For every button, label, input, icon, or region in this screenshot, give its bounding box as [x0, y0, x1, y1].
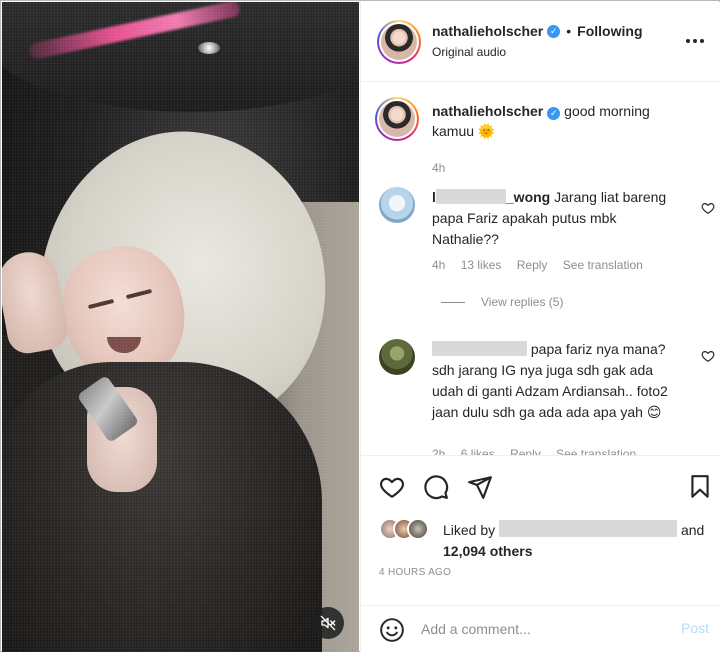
comment-meta: 4h 13 likes Reply See translation — [432, 258, 655, 272]
caption-text: nathalieholscher ✓ good morning kamuu 🌞 — [432, 101, 694, 141]
more-options-button[interactable] — [685, 28, 705, 49]
redacted-name — [435, 189, 506, 204]
view-replies-button[interactable]: View replies (5) — [441, 295, 563, 309]
replies-divider — [441, 301, 465, 303]
following-button[interactable]: Following — [577, 23, 642, 39]
bookmark-icon[interactable] — [687, 474, 713, 500]
liker-avatars[interactable] — [379, 518, 435, 540]
liked-by-and: and — [680, 522, 705, 538]
emoji-icon[interactable] — [379, 617, 405, 643]
share-icon[interactable] — [467, 474, 493, 500]
liker-avatar — [407, 518, 429, 540]
comment-item: l _wong Jarang liat bareng papa Fariz apa… — [375, 187, 715, 307]
commenter-username[interactable]: l _wong — [432, 189, 550, 205]
comments-list[interactable]: nathalieholscher ✓ good morning kamuu 🌞 4… — [361, 83, 720, 455]
more-icon — [686, 39, 704, 43]
reply-button[interactable]: Reply — [510, 447, 541, 455]
liked-by-prefix: Liked by — [443, 522, 496, 538]
commenter-avatar[interactable] — [379, 339, 415, 375]
comment-time[interactable]: 2h — [432, 447, 445, 455]
video-grain — [2, 2, 359, 652]
see-translation-button[interactable]: See translation — [556, 447, 636, 455]
like-comment-heart-icon[interactable] — [701, 349, 715, 363]
comment-meta: 2h 6 likes Reply See translation — [432, 447, 648, 455]
caption-username[interactable]: nathalieholscher — [432, 103, 543, 119]
comment-composer: Post — [361, 605, 720, 652]
author-avatar[interactable] — [377, 20, 421, 64]
caption-time[interactable]: 4h — [432, 161, 445, 175]
liked-by-text: Liked by and 12,094 others — [443, 520, 720, 562]
like-comment-heart-icon[interactable] — [701, 201, 715, 215]
view-replies-label: View replies (5) — [481, 295, 564, 309]
redacted-username[interactable] — [432, 341, 527, 356]
instagram-post-window: nathalieholscher ✓ • Following Original … — [0, 0, 720, 652]
mute-icon — [320, 615, 336, 631]
smile-emoji: 😊 — [646, 404, 662, 420]
reply-button[interactable]: Reply — [517, 258, 548, 272]
post-details-panel: nathalieholscher ✓ • Following Original … — [360, 2, 720, 652]
author-username[interactable]: nathalieholscher — [432, 23, 543, 39]
mute-button[interactable] — [312, 607, 344, 639]
separator-dot: • — [566, 23, 572, 39]
audio-link[interactable]: Original audio — [432, 45, 506, 59]
comment-time[interactable]: 4h — [432, 258, 445, 272]
see-translation-button[interactable]: See translation — [563, 258, 643, 272]
post-video[interactable] — [2, 2, 359, 652]
post-timestamp[interactable]: 4 HOURS AGO — [379, 567, 451, 578]
post-actions: Liked by and 12,094 others 4 HOURS AGO — [361, 455, 720, 605]
likes-count[interactable]: 12,094 others — [443, 543, 533, 559]
post-header: nathalieholscher ✓ • Following Original … — [361, 2, 720, 82]
sun-emoji: 🌞 — [477, 123, 496, 139]
comment-item: papa fariz nya mana? sdh jarang IG nya j… — [375, 339, 715, 455]
verified-icon: ✓ — [547, 24, 561, 38]
commenter-avatar[interactable] — [379, 187, 415, 223]
post-comment-button[interactable]: Post — [681, 620, 709, 636]
verified-icon: ✓ — [547, 107, 561, 120]
comment-text: l _wong Jarang liat bareng papa Fariz apa… — [432, 187, 682, 250]
comment-likes[interactable]: 13 likes — [461, 258, 502, 272]
comment-input[interactable] — [421, 618, 661, 640]
caption-avatar[interactable] — [375, 97, 419, 141]
comment-icon[interactable] — [423, 474, 449, 500]
like-heart-icon[interactable] — [379, 474, 405, 500]
author-info: nathalieholscher ✓ • Following — [432, 23, 643, 39]
comment-text: papa fariz nya mana? sdh jarang IG nya j… — [432, 339, 682, 423]
comment-likes[interactable]: 6 likes — [461, 447, 495, 455]
redacted-liker-name[interactable] — [499, 520, 678, 537]
